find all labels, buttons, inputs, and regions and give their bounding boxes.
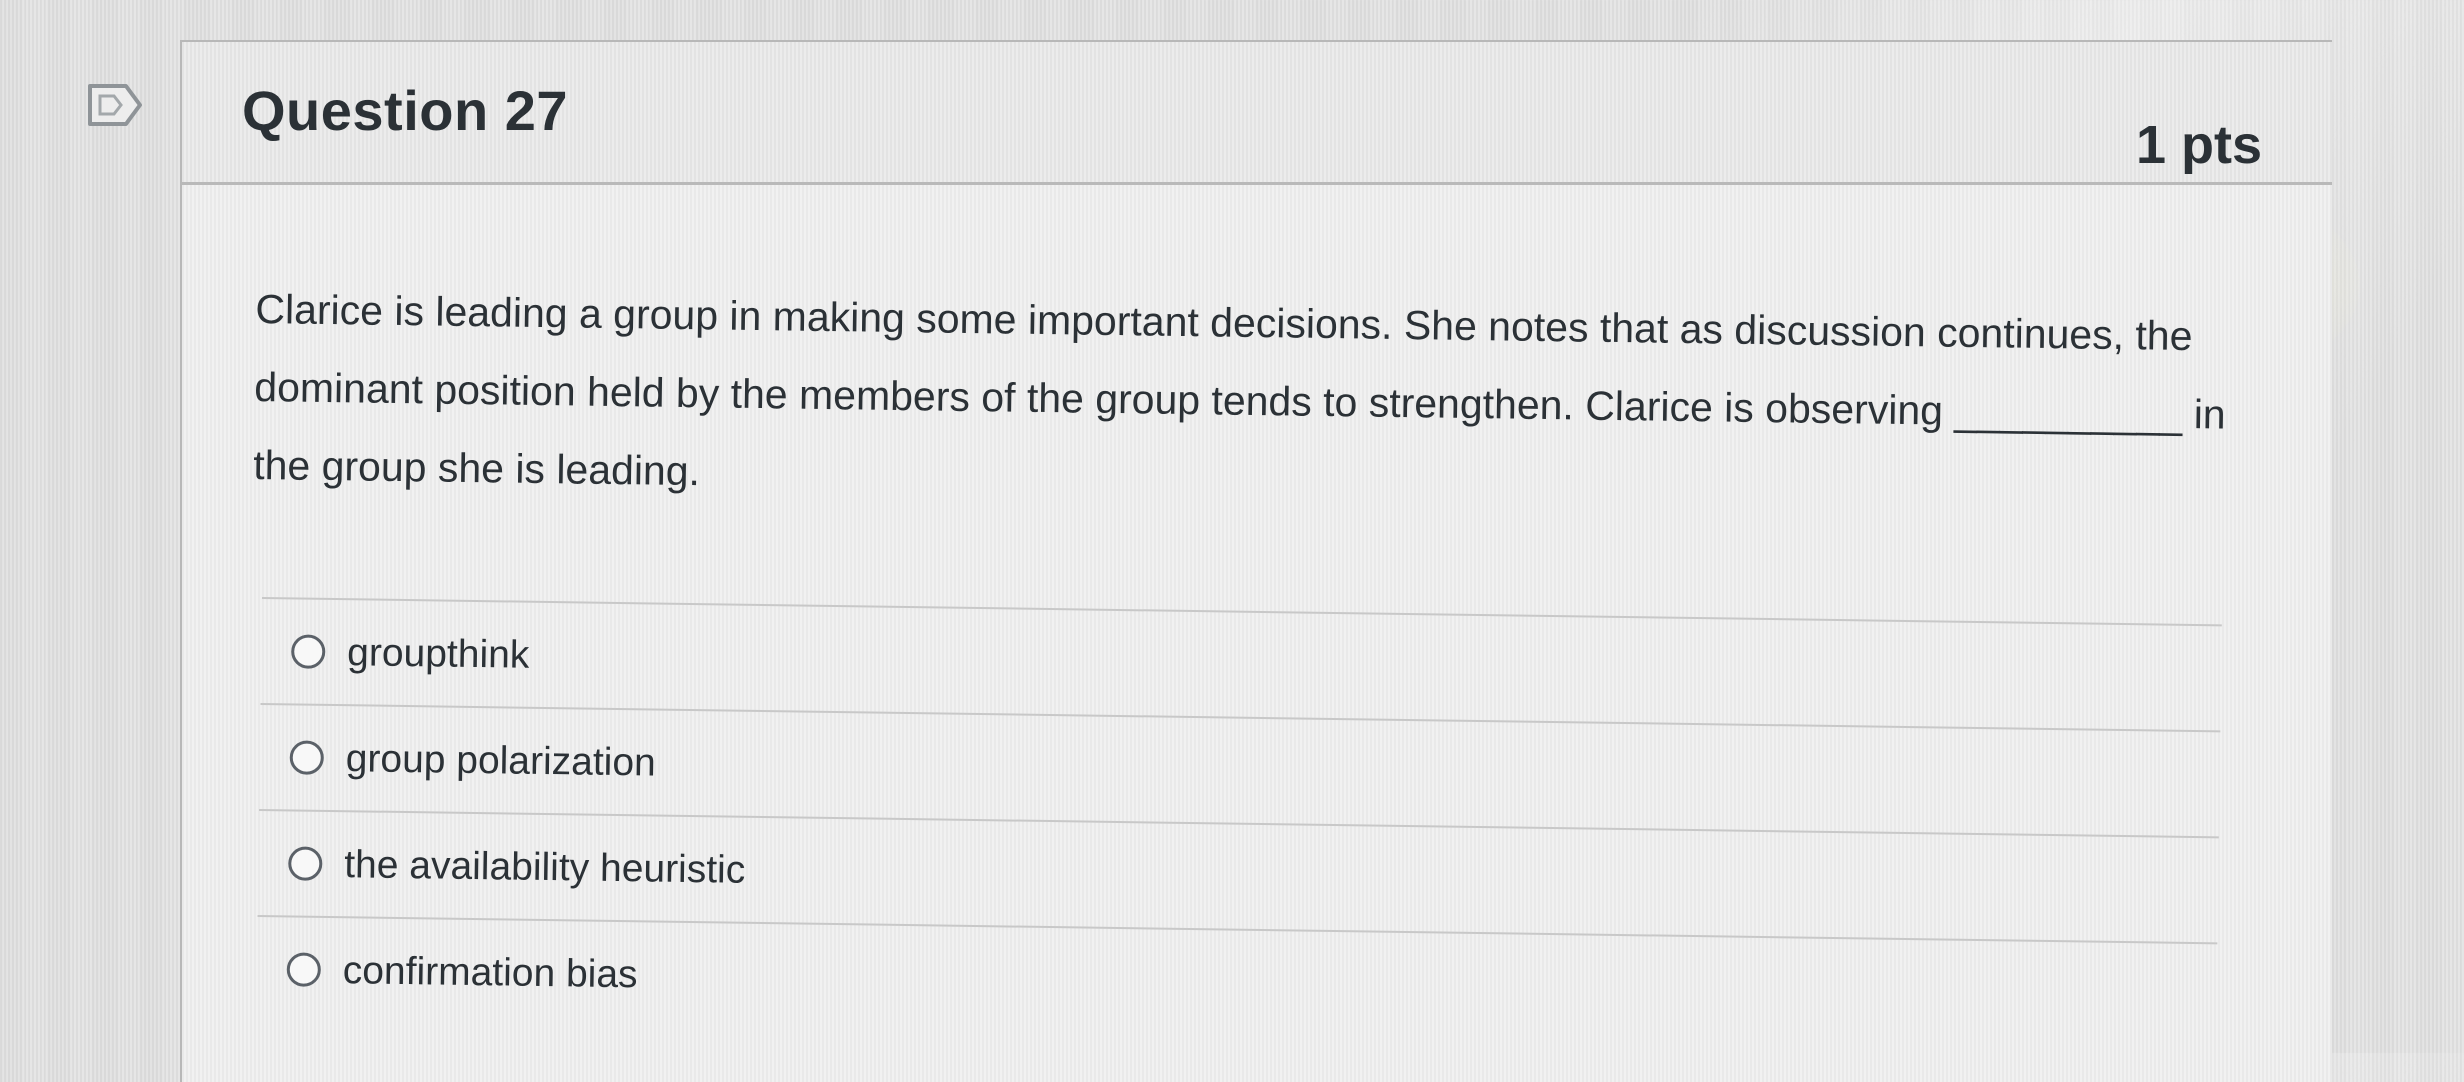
flag-icon[interactable]	[82, 76, 152, 134]
answer-label: group polarization	[345, 736, 657, 785]
question-text: Clarice is leading a group in making som…	[252, 285, 2227, 495]
radio-icon[interactable]	[291, 634, 326, 669]
question-title: Question 27	[242, 79, 569, 142]
answer-label: the availability heuristic	[343, 842, 746, 892]
radio-icon[interactable]	[289, 740, 324, 775]
answer-label: confirmation bias	[342, 948, 638, 996]
question-header: Question 27 1 pts	[182, 42, 2332, 185]
question-points: 1 pts	[2135, 115, 2262, 175]
radio-icon[interactable]	[286, 952, 322, 987]
radio-icon[interactable]	[288, 846, 323, 881]
question-card: Question 27 1 pts Clarice is leading a g…	[180, 40, 2332, 1082]
answer-list: groupthink group polarization the availa…	[256, 597, 2222, 1049]
answer-label: groupthink	[346, 630, 530, 677]
